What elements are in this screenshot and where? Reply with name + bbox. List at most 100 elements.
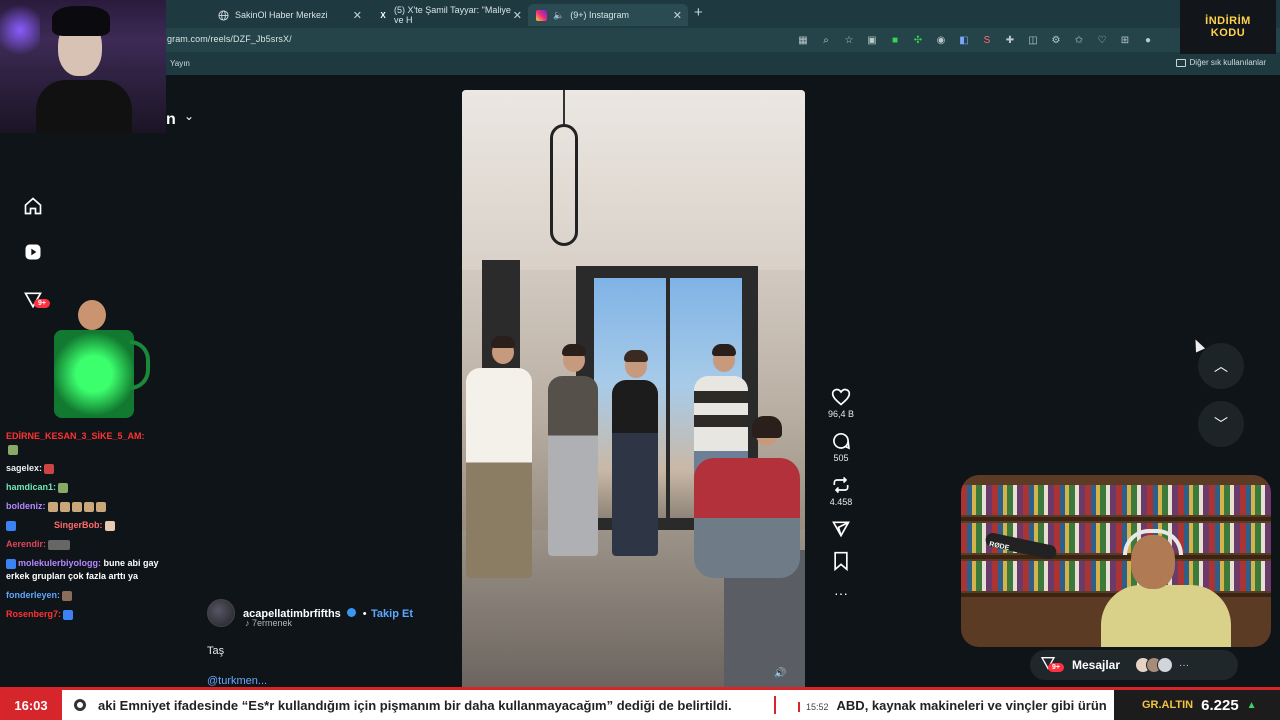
instagram-icon: [536, 9, 547, 21]
new-tab-button[interactable]: +: [694, 4, 703, 21]
chat-line: SingerBob:: [6, 519, 176, 532]
up-arrow-icon: ▲: [1246, 699, 1257, 711]
mug-sticker: [130, 340, 150, 390]
send-icon: 9+: [1040, 655, 1064, 676]
reels-icon[interactable]: [22, 241, 44, 263]
tab-label: (9+) Instagram: [570, 10, 629, 20]
badge-icon: [6, 520, 16, 531]
volume-icon[interactable]: 🔊: [774, 668, 788, 682]
repost-button[interactable]: 4.458: [829, 475, 853, 507]
messages-badge: 9+: [1048, 662, 1064, 672]
zoom-icon[interactable]: ⌕: [819, 33, 833, 47]
tab-label: SakinOl Haber Merkezi: [235, 10, 328, 20]
puzzle-icon[interactable]: ✚: [1003, 33, 1017, 47]
chat-user: fonderleyen:: [6, 590, 61, 600]
emote-icon: [83, 501, 94, 512]
tab-instagram[interactable]: 🔈 (9+) Instagram ✕: [528, 4, 688, 26]
chat-user: molekulerbiyologg:: [18, 558, 102, 568]
star-icon[interactable]: ☆: [842, 33, 856, 47]
like-count: 96,4 B: [827, 409, 855, 419]
extension-icon[interactable]: ◉: [934, 33, 948, 47]
video-person: [612, 380, 658, 556]
home-icon[interactable]: [22, 195, 44, 217]
repost-icon: [831, 475, 851, 495]
bookmark-icon: [831, 551, 851, 571]
address-bar: gram.com/reels/DZF_Jb5srsX/ ▦ ⌕ ☆ ▣ ■ ✣ …: [0, 28, 1280, 52]
ticker-headline: aki Emniyet ifadesinde “Es*r kullandığım…: [98, 698, 732, 713]
chat-line: boldeniz:: [6, 500, 176, 513]
emote-icon: [95, 501, 106, 512]
split-view-icon[interactable]: ◫: [1026, 33, 1040, 47]
tab-x[interactable]: X (5) X'te Şamil Tayyar: "Maliye ve H ✕: [370, 4, 528, 26]
comment-count: 505: [833, 453, 849, 463]
heart-icon[interactable]: ♡: [1095, 33, 1109, 47]
ticker-second-item: 15:52 ABD, kaynak makineleri ve vinçler g…: [798, 698, 1114, 713]
share-button[interactable]: [831, 519, 851, 539]
extension-icon[interactable]: ⚙: [1049, 33, 1063, 47]
chat-line: EDİRNE_KESAN_3_SİKE_5_AM:: [6, 430, 176, 456]
close-icon[interactable]: ✕: [513, 9, 522, 22]
chevron-up-icon: ︿: [1214, 358, 1228, 374]
messages-pill[interactable]: 9+ Mesajlar ···: [1030, 650, 1238, 680]
extension-icon[interactable]: ▣: [865, 33, 879, 47]
ticker-headline: ABD, kaynak makineleri ve vinçler gibi ü…: [836, 698, 1107, 713]
folder-icon: [1175, 58, 1186, 67]
repost-count: 4.458: [829, 497, 853, 507]
chevron-down-icon[interactable]: ⌄: [184, 109, 194, 123]
like-button[interactable]: 96,4 B: [828, 387, 854, 419]
audio-label[interactable]: ♪ 7ermenek: [245, 618, 292, 628]
favorites-icon[interactable]: ✩: [1072, 33, 1086, 47]
other-bookmarks[interactable]: Diğer sık kullanılanlar: [1175, 58, 1266, 67]
chat-line: Aerendir:: [6, 538, 176, 551]
close-icon[interactable]: ✕: [353, 9, 362, 22]
url-field[interactable]: gram.com/reels/DZF_Jb5srsX/: [167, 34, 292, 44]
comment-button[interactable]: 505: [831, 431, 851, 463]
ticker-separator: [774, 696, 776, 714]
extension-icon[interactable]: ■: [888, 33, 902, 47]
verified-icon: [347, 608, 357, 618]
emote-icon: [71, 501, 82, 512]
profile-avatar-icon[interactable]: ●: [1141, 33, 1155, 47]
more-dots-icon: ···: [1179, 659, 1190, 671]
next-reel-button[interactable]: ﹀: [1198, 401, 1244, 447]
bookmark-item[interactable]: Yayın: [170, 59, 190, 68]
emote-icon: [62, 590, 73, 601]
close-icon[interactable]: ✕: [673, 9, 682, 22]
screen: SakinOl Haber Merkezi ✕ X (5) X'te Şamil…: [0, 0, 1280, 720]
mug-sticker: [78, 300, 106, 330]
video-person: [752, 416, 782, 438]
gold-price: GR.ALTIN 6.225 ▲: [1114, 690, 1280, 720]
more-button[interactable]: ···: [831, 583, 851, 603]
tab-bar: SakinOl Haber Merkezi ✕ X (5) X'te Şamil…: [0, 0, 1280, 28]
mention-link[interactable]: @turkmen...: [207, 675, 267, 687]
stream-chat: EDİRNE_KESAN_3_SİKE_5_AM: sagelex: hamdi…: [6, 430, 176, 627]
previous-reel-button[interactable]: ︿: [1198, 343, 1244, 389]
reel-actions: 96,4 B 505 4.458 ···: [826, 387, 856, 615]
streamer-figure: [1101, 585, 1231, 647]
follow-button[interactable]: Takip Et: [371, 608, 413, 620]
chevron-down-icon: ﹀: [1214, 416, 1228, 432]
emote-icon: [8, 444, 18, 455]
reel-author: acapellatimbrfifths • Takip Et: [207, 599, 413, 627]
extension-icon[interactable]: S: [980, 33, 994, 47]
account-name[interactable]: n: [166, 111, 176, 129]
chat-user: boldeniz:: [6, 501, 46, 511]
grid-icon[interactable]: ▦: [796, 33, 810, 47]
extension-icon[interactable]: ◧: [957, 33, 971, 47]
save-button[interactable]: [831, 551, 851, 571]
speaker-icon[interactable]: 🔈: [553, 10, 564, 21]
chat-user: EDİRNE_KESAN_3_SİKE_5_AM:: [6, 431, 145, 441]
video-person: [694, 458, 800, 578]
reel-video[interactable]: 🔊: [462, 90, 805, 687]
chat-line: molekulerbiyologg: bune abi gay erkek gr…: [6, 557, 176, 583]
author-avatar[interactable]: [207, 599, 235, 627]
send-icon: [831, 519, 851, 539]
globe-icon: [218, 9, 229, 21]
video-person: [712, 344, 736, 356]
chat-line: fonderleyen:: [6, 589, 176, 602]
collections-icon[interactable]: ⊞: [1118, 33, 1132, 47]
streamer-webcam: [0, 0, 166, 133]
emote-icon: [58, 482, 69, 493]
tab-sakinol[interactable]: SakinOl Haber Merkezi ✕: [210, 4, 368, 26]
extension-icon[interactable]: ✣: [911, 33, 925, 47]
